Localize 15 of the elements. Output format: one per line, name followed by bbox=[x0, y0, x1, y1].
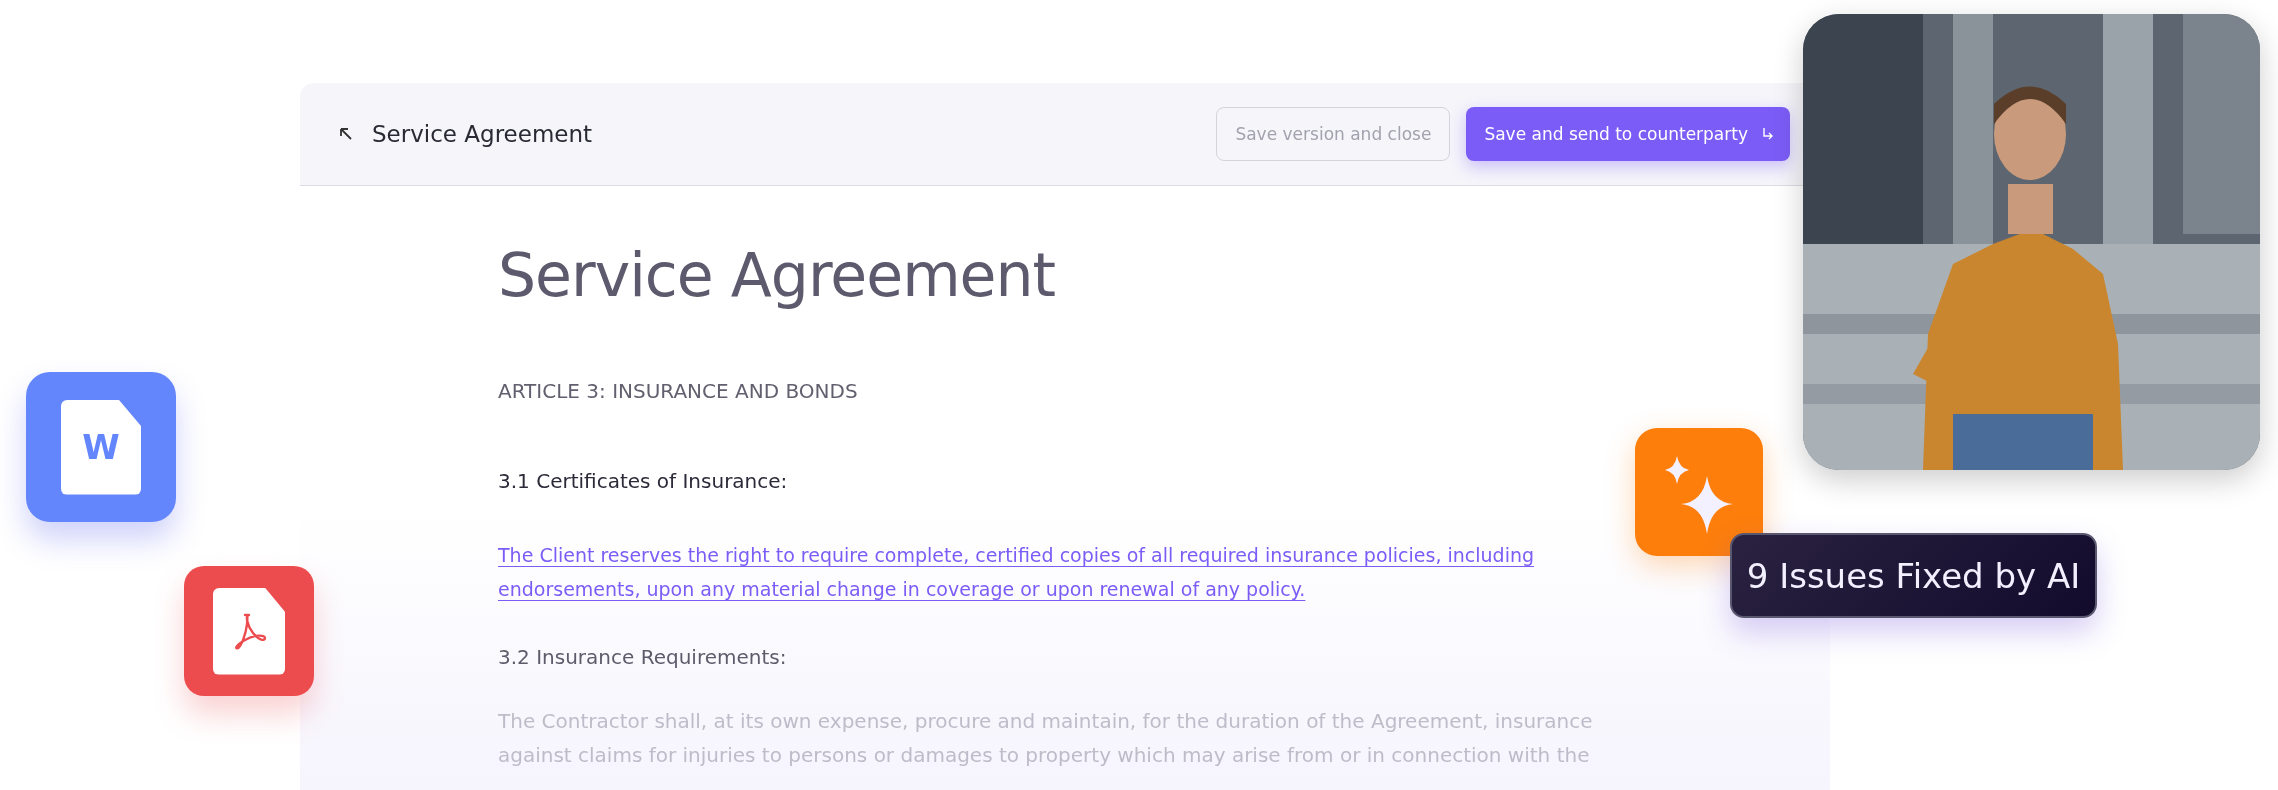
word-file-icon: W bbox=[26, 372, 176, 522]
save-close-button[interactable]: Save version and close bbox=[1216, 107, 1451, 161]
ai-issues-badge: 9 Issues Fixed by AI bbox=[1730, 533, 2097, 618]
section-heading: 3.2 Insurance Requirements: bbox=[498, 644, 788, 671]
collapse-arrow-icon[interactable] bbox=[338, 126, 354, 142]
clause-link[interactable]: The Client reserves the right to require complete, certified copies of all required insurance policies, including endorsements, upon any material change in coverage or upon renewal of any policy. bbox=[498, 538, 1608, 606]
send-button[interactable]: Save and send to counterparty bbox=[1466, 107, 1790, 161]
article-heading: ARTICLE 3: INSURANCE AND BONDS bbox=[498, 378, 859, 405]
return-arrow-icon bbox=[1762, 127, 1774, 141]
clause-text: The Contractor shall, at its own expense, procure and maintain, for the duration of the Agreement, insurance against claims for injuries to persons or damages to property which may arise from or in connection with the bbox=[498, 708, 1594, 769]
document-title: Service Agreement bbox=[498, 240, 1057, 310]
section-heading: 3.1 Certificates of Insurance: bbox=[498, 468, 789, 495]
pdf-file-icon bbox=[184, 566, 314, 696]
document-name: Service Agreement bbox=[372, 121, 594, 147]
sparkle-icon bbox=[1635, 428, 1763, 556]
